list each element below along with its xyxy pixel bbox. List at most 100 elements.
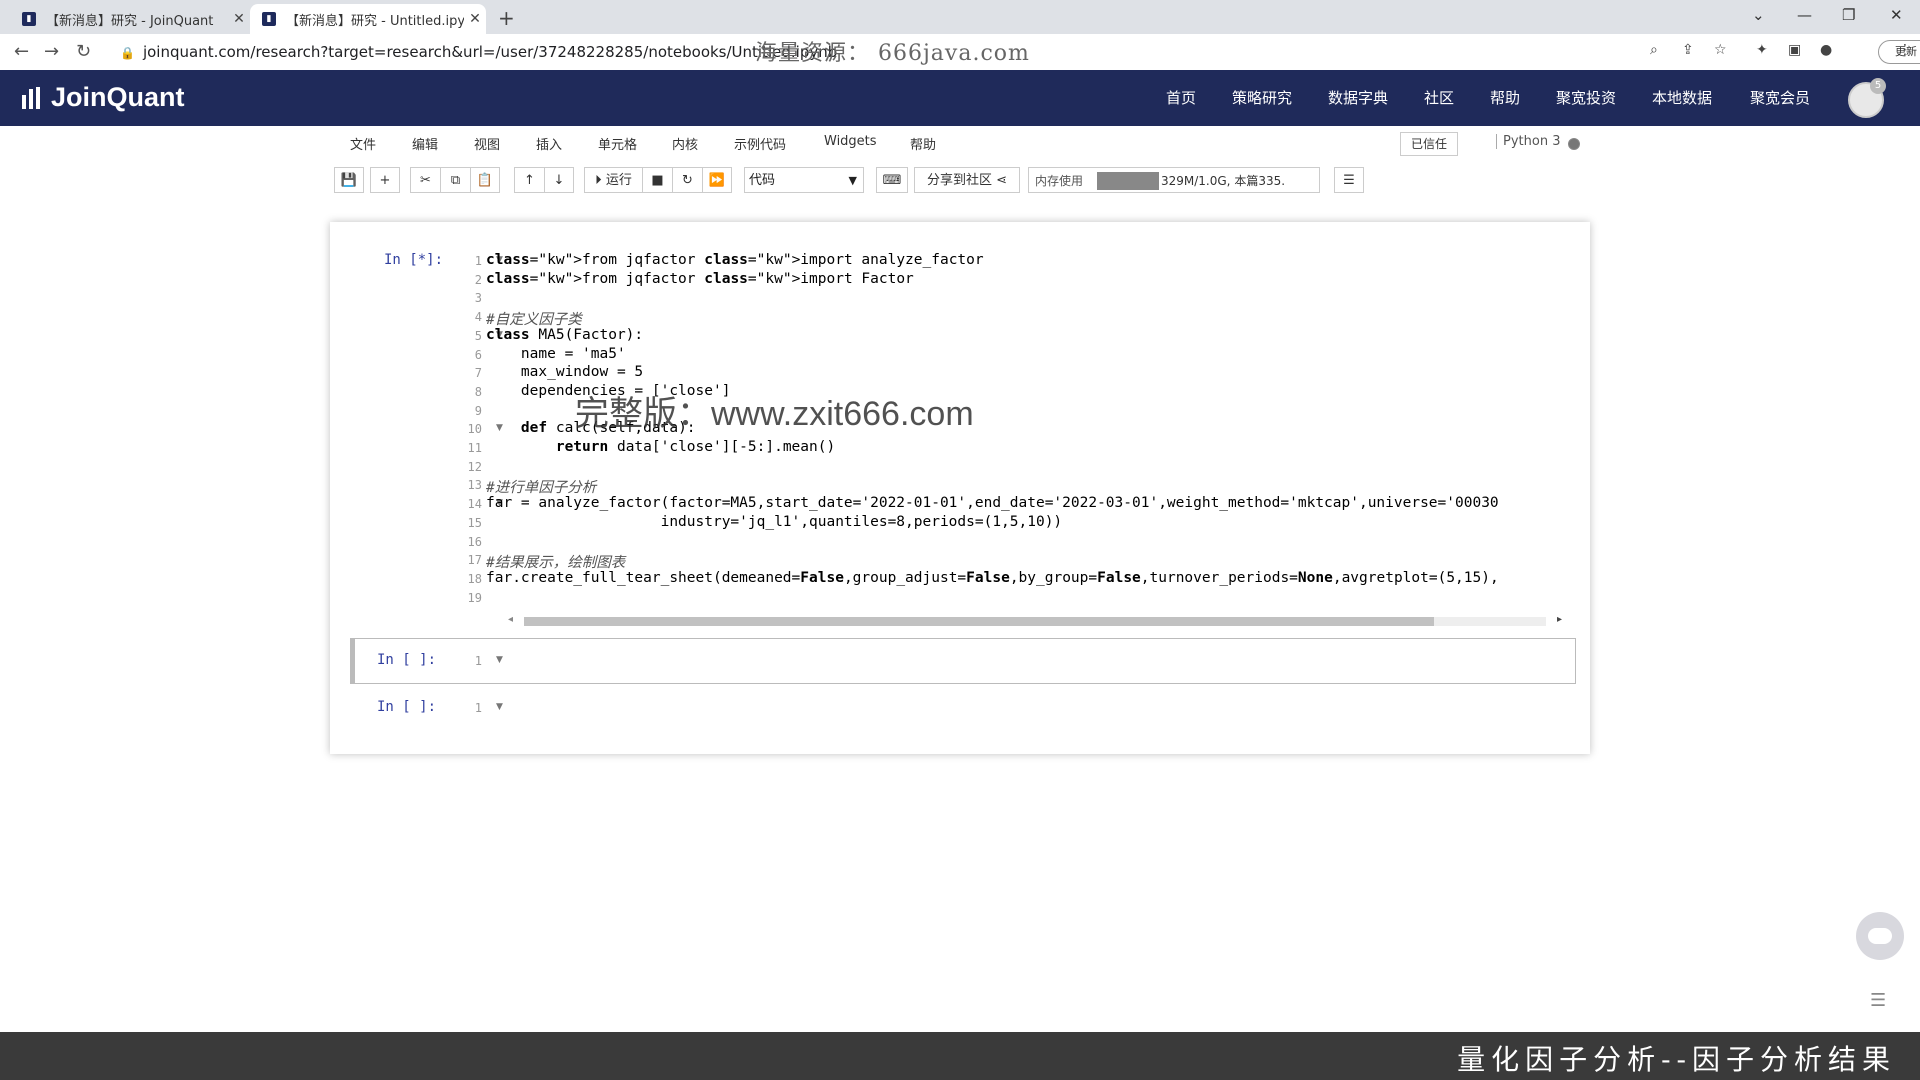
maximize-icon[interactable]: ❐ <box>1842 6 1855 24</box>
kernel-name[interactable]: Python 3 <box>1496 134 1560 149</box>
browser-tab-bar: ▮ 【新消息】研究 - JoinQuant ✕ ▮ 【新消息】研究 - Unti… <box>0 0 1920 34</box>
scroll-left-icon[interactable]: ◂ <box>508 614 513 625</box>
nav-invest[interactable]: 聚宽投资 <box>1556 70 1616 126</box>
nav-membership[interactable]: 聚宽会员 <box>1750 70 1810 126</box>
stop-icon[interactable]: ■ <box>642 167 672 193</box>
scroll-right-icon[interactable]: ▸ <box>1557 614 1562 625</box>
cell-prompt: In [ ]: <box>377 652 437 668</box>
run-button[interactable]: ⏵ 运行 <box>584 167 642 193</box>
cut-icon[interactable]: ✂ <box>410 167 440 193</box>
cell-type-select[interactable]: 代码 ▼ <box>744 167 864 193</box>
kernel-busy-icon <box>1568 138 1580 150</box>
close-window-icon[interactable]: ✕ <box>1890 6 1903 24</box>
lock-icon: 🔒 <box>120 46 135 60</box>
close-tab-icon[interactable]: ✕ <box>228 11 250 27</box>
nav-community[interactable]: 社区 <box>1424 70 1454 126</box>
line-number: 14 <box>467 497 482 512</box>
joinquant-favicon-icon: ▮ <box>262 12 276 26</box>
line-number: 11 <box>467 441 482 455</box>
share-icon[interactable]: ⇪ <box>1682 42 1694 58</box>
zoom-icon[interactable]: ⌕ <box>1650 42 1658 58</box>
code-cell-3[interactable] <box>486 690 1566 720</box>
joinquant-logo[interactable]: JoinQuant <box>22 82 185 113</box>
menu-examples[interactable]: 示例代码 <box>734 134 786 153</box>
move-down-icon[interactable]: ↓ <box>544 167 574 193</box>
save-icon[interactable]: 💾 <box>334 167 364 193</box>
line-number: 10 <box>467 422 482 437</box>
command-palette-icon[interactable]: ☰ <box>1334 167 1364 193</box>
code-line[interactable]: industry='jq_l1',quantiles=8,periods=(1,… <box>486 514 1564 530</box>
list-icon[interactable]: ☰ <box>1870 990 1886 1011</box>
fast-forward-icon[interactable]: ⏩ <box>702 167 732 193</box>
nav-home[interactable]: 首页 <box>1166 70 1196 126</box>
code-cell-2[interactable] <box>350 638 1576 684</box>
nav-help[interactable]: 帮助 <box>1490 70 1520 126</box>
horizontal-scrollbar[interactable]: ◂ ▸ <box>508 614 1562 628</box>
line-number: 17 <box>467 553 482 568</box>
code-line[interactable]: class="kw">from jqfactor class="kw">impo… <box>486 252 1564 268</box>
logo-text: JoinQuant <box>51 82 185 112</box>
code-line[interactable]: name = 'ma5' <box>486 346 1564 362</box>
browser-tab-1[interactable]: ▮ 【新消息】研究 - JoinQuant ✕ <box>10 4 250 34</box>
nav-strategy[interactable]: 策略研究 <box>1232 70 1292 126</box>
tab-title: 【新消息】研究 - Untitled.ipyn <box>286 13 464 29</box>
menu-insert[interactable]: 插入 <box>536 134 562 153</box>
code-line[interactable]: far = analyze_factor(factor=MA5,start_da… <box>486 495 1564 511</box>
line-number: 3 <box>474 291 482 306</box>
line-number: 15 <box>467 515 482 530</box>
code-line[interactable]: max_window = 5 <box>486 364 1564 380</box>
line-number: 12 <box>467 459 482 474</box>
share-community-button[interactable]: 分享到社区 ⋖ <box>914 167 1020 193</box>
menu-file[interactable]: 文件 <box>350 134 376 153</box>
nav-local-data[interactable]: 本地数据 <box>1652 70 1712 126</box>
menu-kernel[interactable]: 内核 <box>672 134 698 153</box>
sidepanel-icon[interactable]: ▣ <box>1788 42 1801 58</box>
line-number: 19 <box>467 590 482 605</box>
scroll-thumb[interactable] <box>524 617 1434 626</box>
close-tab-icon[interactable]: ✕ <box>464 11 486 27</box>
bookmark-star-icon[interactable]: ☆ <box>1714 42 1727 58</box>
browser-tab-2[interactable]: ▮ 【新消息】研究 - Untitled.ipyn ✕ <box>250 4 486 34</box>
chevron-down-icon: ▼ <box>848 174 857 187</box>
fold-arrow-icon[interactable]: ▼ <box>496 655 503 665</box>
keyboard-icon[interactable]: ⌨ <box>876 167 908 193</box>
menu-edit[interactable]: 编辑 <box>412 134 438 153</box>
restart-icon[interactable]: ↻ <box>672 167 702 193</box>
menu-help[interactable]: 帮助 <box>910 134 936 153</box>
minimize-icon[interactable]: — <box>1797 6 1812 24</box>
new-tab-icon[interactable]: + <box>498 6 515 30</box>
overlay-watermark-2: 完整版：www.zxit666.com <box>575 395 974 433</box>
move-up-icon[interactable]: ↑ <box>514 167 544 193</box>
line-number: 9 <box>474 403 482 418</box>
profile-icon[interactable]: ● <box>1820 42 1832 58</box>
code-line[interactable]: class="kw">from jqfactor class="kw">impo… <box>486 271 1564 287</box>
reload-icon[interactable]: ↻ <box>76 41 91 62</box>
line-number: 5 <box>474 328 482 343</box>
extensions-icon[interactable]: ✦ <box>1756 42 1768 58</box>
line-number: 4 <box>474 310 482 325</box>
code-line[interactable]: class MA5(Factor): <box>486 327 1564 343</box>
menu-cell[interactable]: 单元格 <box>598 134 637 153</box>
tab-search-icon[interactable]: ⌄ <box>1752 6 1765 24</box>
trusted-indicator[interactable]: 已信任 <box>1400 132 1458 156</box>
more-menu-icon[interactable]: ⋮ <box>1898 42 1912 58</box>
back-icon[interactable]: ← <box>14 41 29 62</box>
line-number: 7 <box>474 366 482 381</box>
cell-prompt: In [ ]: <box>377 699 437 715</box>
nav-data-dict[interactable]: 数据字典 <box>1328 70 1388 126</box>
run-label: 运行 <box>605 173 632 188</box>
menu-widgets[interactable]: Widgets <box>824 134 877 149</box>
paste-icon[interactable]: 📋 <box>470 167 500 193</box>
logo-bars-icon <box>22 86 43 109</box>
copy-icon[interactable]: ⧉ <box>440 167 470 193</box>
code-line[interactable]: far.create_full_tear_sheet(demeaned=Fals… <box>486 570 1564 586</box>
memory-bar <box>1097 172 1159 190</box>
insert-cell-icon[interactable]: + <box>370 167 400 193</box>
site-header: JoinQuant 首页 策略研究 数据字典 社区 帮助 聚宽投资 本地数据 聚… <box>0 70 1920 126</box>
assistant-robot-icon[interactable] <box>1856 912 1904 960</box>
memory-usage[interactable]: 内存使用 329M/1.0G, 本篇335. <box>1028 167 1320 193</box>
line-number: 16 <box>467 534 482 549</box>
menu-view[interactable]: 视图 <box>474 134 500 153</box>
forward-icon[interactable]: → <box>44 41 59 62</box>
code-line[interactable]: return data['close'][-5:].mean() <box>486 439 1564 455</box>
